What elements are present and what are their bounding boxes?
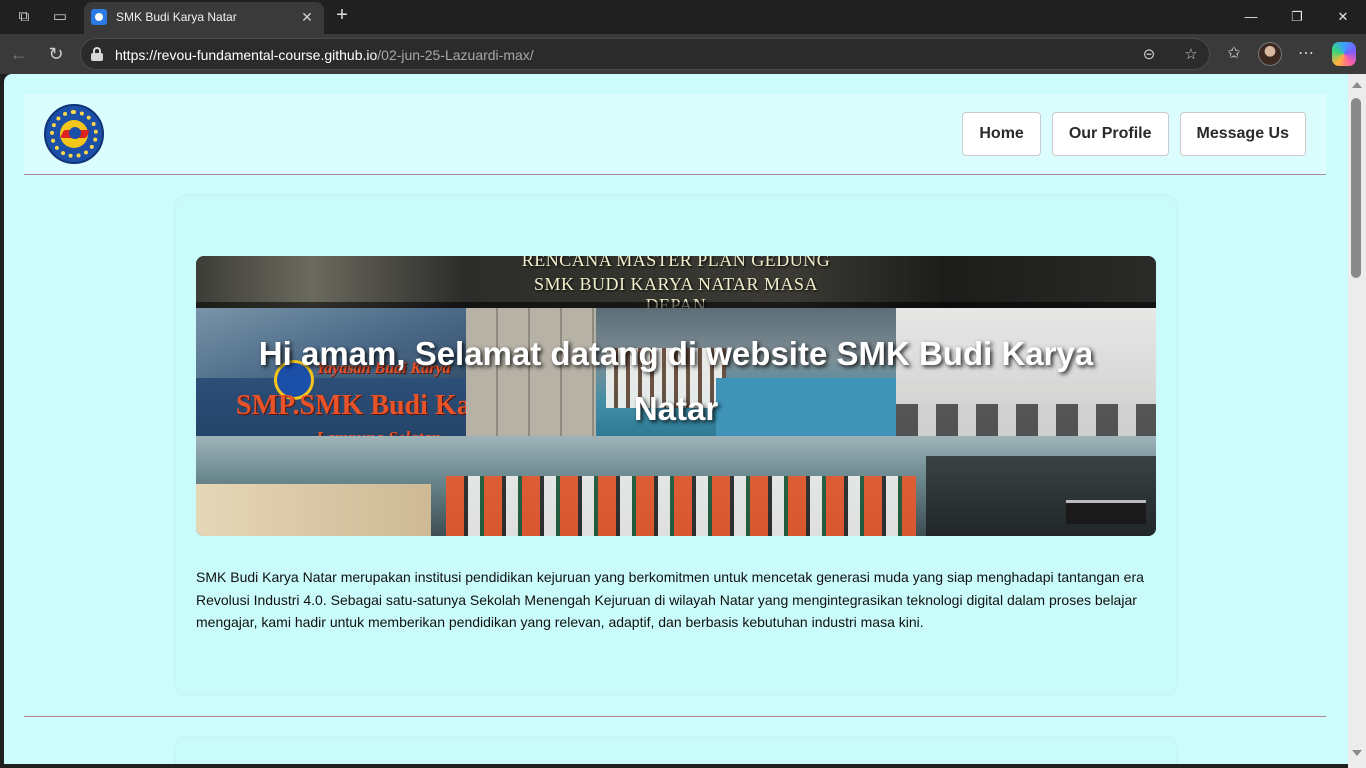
scroll-down-icon[interactable] [1352, 750, 1362, 756]
students-group-photo [196, 436, 1156, 536]
more-icon[interactable]: ⋯ [1294, 43, 1318, 65]
hero-title: Hi amam, Selamat datang di website SMK B… [258, 335, 1094, 427]
browser-tab-strip: ⧉ ▭ SMK Budi Karya Natar ✕ + — ❐ ✕ [0, 0, 1366, 34]
nav-our-profile-button[interactable]: Our Profile [1051, 112, 1169, 156]
site-header: Home Our Profile Message Us [24, 94, 1326, 174]
close-icon[interactable]: ✕ [298, 8, 316, 26]
hero-banner-image: RENCANA MASTER PLAN GEDUNG SMK BUDI KARY… [196, 256, 1156, 536]
refresh-icon[interactable]: ↻ [43, 42, 69, 66]
url-text[interactable]: https://revou-fundamental-course.github.… [115, 47, 534, 63]
url-host: https://revou-fundamental-course.github.… [115, 47, 378, 63]
favorites-icon[interactable]: ✩ [1222, 43, 1246, 65]
address-bar[interactable]: https://revou-fundamental-course.github.… [80, 38, 1210, 70]
page-scrollbar[interactable] [1348, 74, 1366, 768]
nav-message-us-button[interactable]: Message Us [1179, 112, 1306, 156]
back-arrow-icon[interactable]: ← [6, 42, 32, 66]
reader-icon[interactable]: ⊝ [1139, 45, 1159, 65]
school-logo-icon[interactable] [44, 104, 104, 164]
browser-tab[interactable]: SMK Budi Karya Natar ✕ [84, 2, 324, 34]
next-section-card [176, 738, 1176, 764]
copilot-icon[interactable] [1332, 42, 1356, 66]
section-divider [24, 716, 1326, 717]
banner-line-1: RENCANA MASTER PLAN GEDUNG [521, 256, 831, 270]
scroll-up-icon[interactable] [1352, 82, 1362, 88]
browser-toolbar: ← ↻ https://revou-fundamental-course.git… [0, 34, 1366, 74]
intro-paragraph: SMK Budi Karya Natar merupakan institusi… [196, 569, 1144, 630]
scrollbar-thumb[interactable] [1351, 98, 1361, 278]
page-viewport: Home Our Profile Message Us RENCANA MAST… [4, 74, 1348, 764]
hero-section: RENCANA MASTER PLAN GEDUNG SMK BUDI KARY… [176, 196, 1176, 694]
restore-icon[interactable]: ❐ [1274, 4, 1320, 30]
lock-icon[interactable] [91, 47, 103, 61]
tab-actions-icon[interactable]: ▭ [49, 6, 71, 28]
minimize-icon[interactable]: — [1228, 4, 1274, 30]
workspaces-icon[interactable]: ⧉ [13, 6, 35, 28]
tab-title: SMK Budi Karya Natar [116, 10, 237, 24]
nav-home-button[interactable]: Home [962, 112, 1041, 156]
masterplan-banner: RENCANA MASTER PLAN GEDUNG SMK BUDI KARY… [196, 256, 1156, 308]
url-path: /02-jun-25-Lazuardi-max/ [377, 47, 534, 63]
header-divider [24, 174, 1326, 175]
plus-icon[interactable]: + [331, 4, 353, 28]
close-window-icon[interactable]: ✕ [1320, 4, 1366, 30]
main-nav: Home Our Profile Message Us [962, 112, 1306, 156]
star-icon[interactable]: ☆ [1181, 45, 1201, 65]
profile-avatar[interactable] [1258, 42, 1282, 66]
banner-line-2: SMK BUDI KARYA NATAR MASA DEPAN [533, 274, 819, 308]
site-favicon-icon [91, 9, 107, 25]
